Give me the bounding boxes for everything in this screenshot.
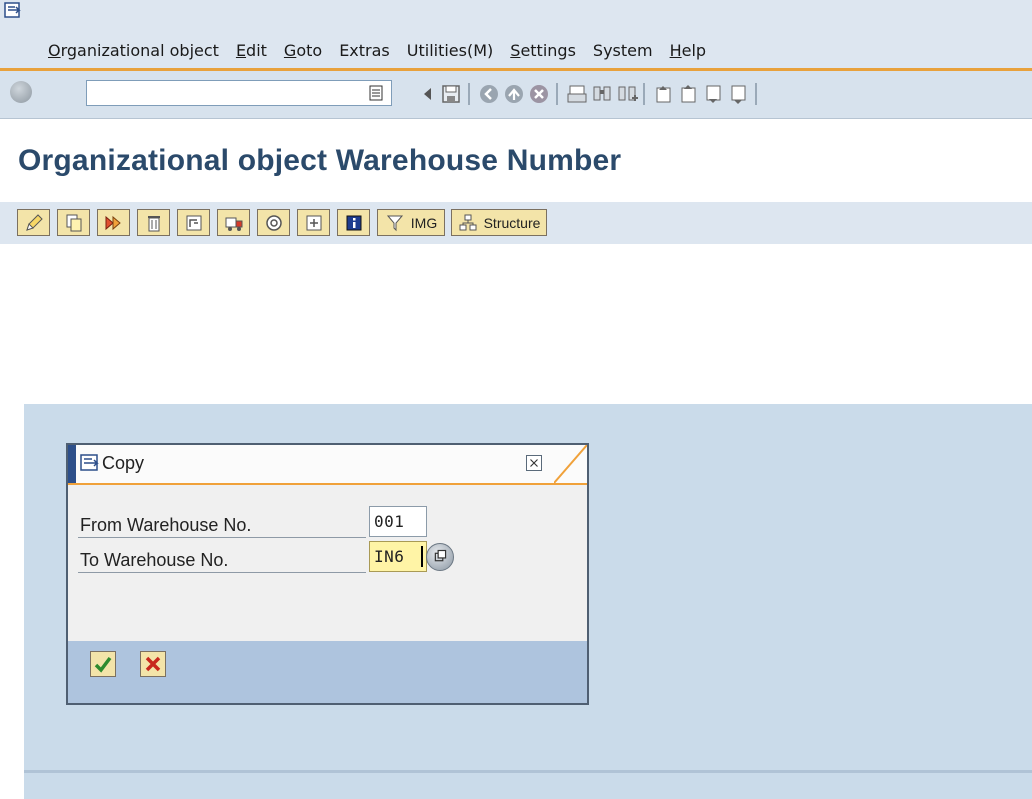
- dialog-title-accent: [68, 445, 76, 483]
- copy-object-button[interactable]: [97, 209, 130, 236]
- menu-utilities[interactable]: Utilities(M): [407, 41, 494, 65]
- change-button[interactable]: [17, 209, 50, 236]
- back-icon[interactable]: [478, 83, 500, 105]
- check-consistency-button[interactable]: [177, 209, 210, 236]
- close-icon[interactable]: [526, 455, 542, 471]
- menu-help[interactable]: Help: [670, 41, 706, 65]
- dialog-title-decoration: [554, 445, 587, 483]
- value-help-icon: [434, 549, 447, 562]
- checkmark-icon: [94, 656, 112, 673]
- to-warehouse-input[interactable]: IN6: [369, 541, 427, 572]
- save-icon[interactable]: [440, 83, 462, 105]
- copy-object-icon: [105, 215, 121, 230]
- toolbar-separator: [755, 83, 757, 105]
- next-page-icon[interactable]: [702, 83, 724, 105]
- truck-icon: [225, 217, 242, 231]
- assign-button[interactable]: [297, 209, 330, 236]
- transport-button[interactable]: [217, 209, 250, 236]
- command-history-icon[interactable]: [369, 85, 383, 101]
- dialog-footer: [68, 641, 587, 703]
- structure-icon: [459, 214, 477, 230]
- to-warehouse-label: To Warehouse No.: [80, 550, 229, 570]
- target-icon: [265, 214, 282, 231]
- dialog-title: Copy: [102, 453, 145, 473]
- find-icon[interactable]: [591, 83, 613, 105]
- enter-icon[interactable]: [10, 81, 32, 103]
- structure-button[interactable]: Structure: [451, 209, 547, 236]
- assignment-icon: [306, 215, 321, 230]
- dialog-title-bar[interactable]: Copy: [68, 445, 587, 483]
- menu-settings[interactable]: Settings: [510, 41, 576, 65]
- delete-button[interactable]: [137, 209, 170, 236]
- application-toolbar: IMG Structure: [0, 202, 1032, 244]
- information-button[interactable]: [337, 209, 370, 236]
- menu-bar-area: Organizational object Edit Goto Extras U…: [0, 0, 1032, 71]
- menu-system[interactable]: System: [593, 41, 653, 65]
- pencil-icon: [25, 213, 43, 231]
- menu-bar: Organizational object Edit Goto Extras U…: [48, 41, 723, 65]
- menu-extras[interactable]: Extras: [339, 41, 390, 65]
- confirm-button[interactable]: [90, 651, 116, 677]
- first-page-icon[interactable]: [652, 83, 674, 105]
- where-used-button[interactable]: [257, 209, 290, 236]
- to-warehouse-row: To Warehouse No.: [78, 546, 366, 573]
- copy-icon: [66, 214, 81, 231]
- back-arrow-icon[interactable]: [417, 83, 439, 105]
- previous-page-icon[interactable]: [677, 83, 699, 105]
- last-page-icon[interactable]: [727, 83, 749, 105]
- title-bar: Organizational object Warehouse Number: [0, 120, 1032, 202]
- from-warehouse-row: From Warehouse No.: [78, 511, 366, 538]
- dialog-title-divider: [68, 483, 587, 485]
- value-help-button[interactable]: [426, 543, 454, 571]
- page-title: Organizational object Warehouse Number: [18, 144, 622, 177]
- info-icon: [346, 215, 361, 230]
- cancel-button[interactable]: [140, 651, 166, 677]
- menu-organizational-object[interactable]: Organizational object: [48, 41, 219, 65]
- hierarchy-icon: [186, 215, 201, 230]
- cancel-icon[interactable]: [528, 83, 550, 105]
- copy-dialog: Copy From Warehouse No. 001 To Warehouse…: [66, 443, 589, 705]
- command-field[interactable]: [86, 80, 392, 106]
- system-menu-icon[interactable]: [4, 2, 24, 20]
- menu-goto[interactable]: Goto: [284, 41, 322, 65]
- from-warehouse-label: From Warehouse No.: [80, 515, 252, 535]
- print-icon[interactable]: [566, 83, 588, 105]
- filter-icon: [386, 215, 403, 231]
- text-cursor: [421, 546, 423, 567]
- toolbar-separator: [643, 83, 645, 105]
- img-button[interactable]: IMG: [377, 209, 445, 236]
- dialog-menu-icon[interactable]: [80, 453, 100, 473]
- content-bottom-border: [24, 770, 1032, 773]
- menu-edit[interactable]: Edit: [236, 41, 267, 65]
- cancel-x-icon: [145, 656, 161, 672]
- toolbar-separator: [468, 83, 470, 105]
- trash-icon: [147, 215, 160, 231]
- toolbar-separator: [556, 83, 558, 105]
- exit-icon[interactable]: [503, 83, 525, 105]
- from-warehouse-input[interactable]: 001: [369, 506, 427, 537]
- find-next-icon[interactable]: [616, 83, 638, 105]
- copy-button[interactable]: [57, 209, 90, 236]
- standard-toolbar: [0, 71, 1032, 119]
